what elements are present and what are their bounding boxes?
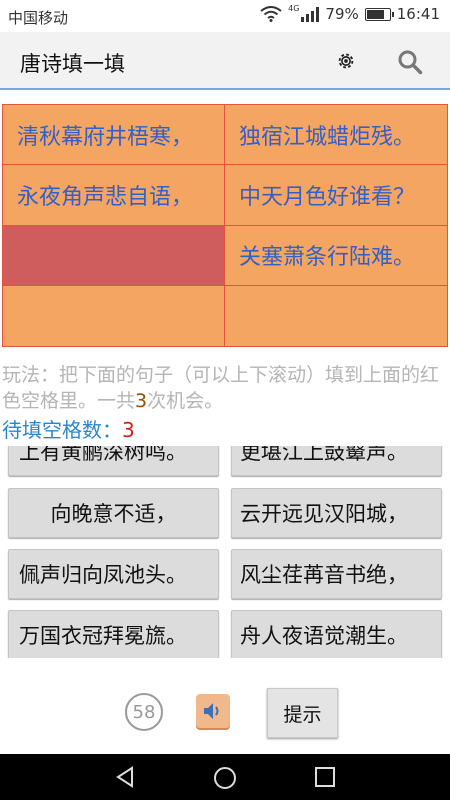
- instructions: 玩法：把下面的句子（可以上下滚动）填到上面的红色空格里。一共3次机会。: [2, 362, 450, 414]
- speaker-icon[interactable]: [196, 694, 230, 728]
- blank-cell[interactable]: [3, 285, 225, 346]
- recents-icon[interactable]: [314, 766, 336, 788]
- poem-grid: 清秋幕府井梧寒， 独宿江城蜡炬残。 永夜角声悲自语， 中天月色好谁看？ 关塞萧条…: [2, 104, 448, 347]
- clock: 16:41: [396, 5, 440, 23]
- battery-percent: 79%: [325, 5, 359, 23]
- bottom-controls: 58 提示: [0, 658, 450, 754]
- network-type: 4G: [288, 3, 300, 13]
- answer-button[interactable]: 上有黄鹂深树鸣。: [8, 446, 219, 476]
- blank-cell[interactable]: [225, 285, 447, 346]
- blank-count-label: 待填空格数：: [2, 418, 122, 442]
- battery-icon: [364, 7, 394, 21]
- back-icon[interactable]: [114, 766, 136, 788]
- poem-cell[interactable]: 中天月色好谁看？: [225, 165, 447, 226]
- answer-button[interactable]: 更堪江上鼓鼙声。: [231, 446, 442, 476]
- instructions-tail: 次机会。: [147, 390, 224, 412]
- app-bar: 唐诗填一填: [0, 32, 450, 90]
- status-bar: 中国移动 4G 79% 16:41: [0, 0, 450, 32]
- poem-cell[interactable]: 清秋幕府井梧寒，: [3, 105, 225, 166]
- answer-button[interactable]: 舟人夜语觉潮生。: [231, 610, 442, 658]
- blank-count: 待填空格数：3: [2, 414, 135, 443]
- chances-count: 3: [135, 390, 148, 412]
- poem-cell[interactable]: 独宿江城蜡炬残。: [225, 105, 447, 166]
- poem-cell[interactable]: 关塞萧条行陆难。: [225, 225, 447, 286]
- answer-list[interactable]: 上有黄鹂深树鸣。 更堪江上鼓鼙声。 向晚意不适， 云开远见汉阳城， 佩声归向凤池…: [0, 446, 450, 658]
- blank-count-value: 3: [122, 418, 135, 442]
- wifi-icon: [260, 6, 282, 22]
- hint-button[interactable]: 提示: [267, 688, 338, 738]
- search-icon[interactable]: [397, 49, 423, 75]
- countdown-timer: 58: [125, 693, 163, 731]
- answer-button[interactable]: 风尘荏苒音书绝，: [231, 549, 442, 599]
- page-title: 唐诗填一填: [20, 52, 125, 76]
- answer-button[interactable]: 向晚意不适，: [8, 488, 219, 538]
- answer-button[interactable]: 万国衣冠拜冕旒。: [8, 610, 219, 658]
- home-icon[interactable]: [213, 766, 237, 790]
- navigation-bar: [0, 754, 450, 800]
- gear-icon[interactable]: [335, 50, 357, 72]
- poem-cell[interactable]: 永夜角声悲自语，: [3, 165, 225, 226]
- carrier-label: 中国移动: [8, 9, 69, 27]
- blank-cell-highlighted[interactable]: [3, 225, 225, 286]
- answer-button[interactable]: 佩声归向凤池头。: [8, 549, 219, 599]
- signal-icon: [301, 6, 320, 22]
- answer-button[interactable]: 云开远见汉阳城，: [231, 488, 442, 538]
